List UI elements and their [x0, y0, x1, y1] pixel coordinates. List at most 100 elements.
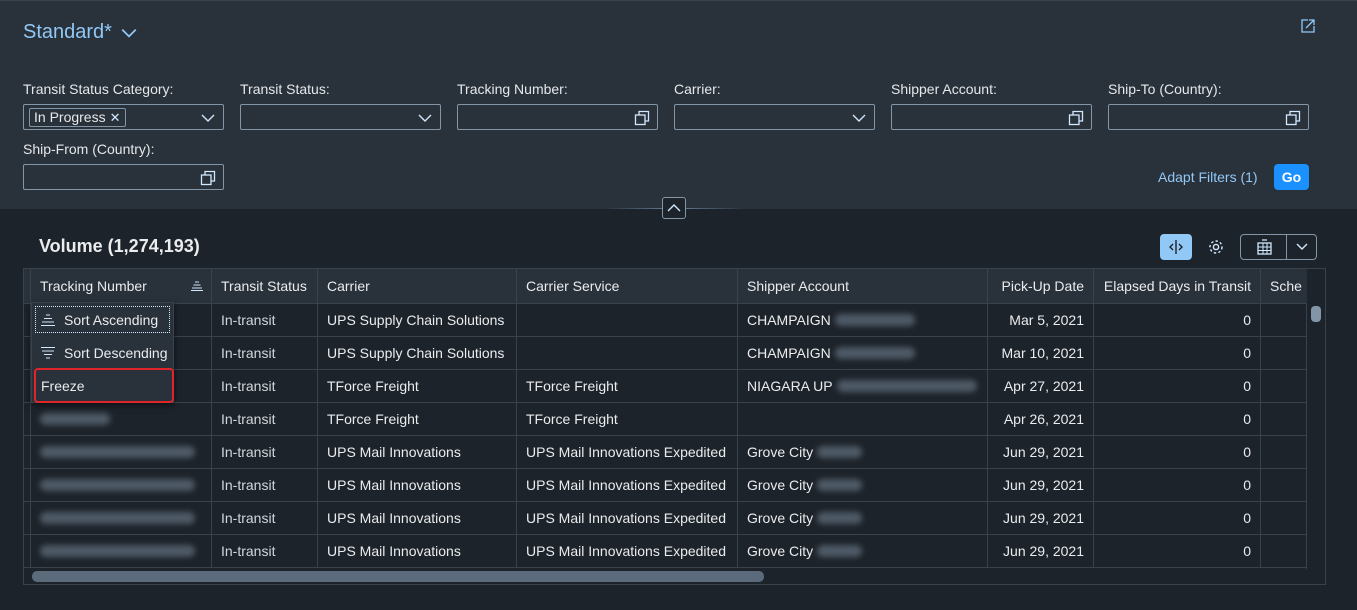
redacted-value [834, 347, 915, 359]
variant-selector[interactable]: Standard* [23, 21, 138, 44]
table-row[interactable]: In-transit TForce Freight TForce Freight NI… [24, 370, 1307, 403]
cell-transit-status: In-transit [212, 436, 318, 468]
cell-carrier: UPS Mail Innovations [318, 469, 517, 501]
cell-transit-status: In-transit [212, 304, 318, 336]
table-row[interactable]: In-transit UPS Mail Innovations UPS Mail I… [24, 436, 1307, 469]
chevron-down-icon[interactable] [417, 110, 433, 126]
tracking-number-input[interactable] [457, 104, 658, 130]
cell-carrier: TForce Freight [318, 403, 517, 435]
cell-tracking-number [30, 436, 212, 468]
cell-shipper-account-value: Grove City [747, 510, 814, 526]
cell-transit-status-value: In-transit [221, 378, 276, 394]
table-row[interactable]: In-transit UPS Mail Innovations UPS Mail I… [24, 502, 1307, 535]
cell-transit-status-value: In-transit [221, 345, 276, 361]
filter-label-shipper-account: Shipper Account: [891, 81, 997, 97]
column-header-transit-status[interactable]: Transit Status [212, 269, 318, 303]
column-header-elapsed-days[interactable]: Elapsed Days in Transit [1094, 269, 1261, 303]
ship-to-country-input[interactable] [1108, 104, 1309, 130]
token-remove-icon[interactable]: ✕ [110, 109, 121, 126]
cell-transit-status: In-transit [212, 337, 318, 369]
cell-transit-status-value: In-transit [221, 411, 276, 427]
collapse-divider-left [604, 208, 662, 209]
cell-shipper-account-value: CHAMPAIGN [747, 312, 831, 328]
redacted-value [817, 479, 863, 491]
column-header-carrier[interactable]: Carrier [318, 269, 517, 303]
cell-transit-status-value: In-transit [221, 312, 276, 328]
column-header-carrier-service[interactable]: Carrier Service [517, 269, 738, 303]
cell-shipper-account: NIAGARA UP [738, 370, 988, 402]
menu-item-freeze[interactable]: Freeze [34, 368, 174, 403]
cell-pick-up-date-value: Jun 29, 2021 [1003, 510, 1084, 526]
cell-transit-status: In-transit [212, 370, 318, 402]
export-button[interactable] [1241, 235, 1287, 259]
vertical-scroll-thumb[interactable] [1311, 306, 1321, 322]
export-menu-button[interactable] [1287, 243, 1316, 251]
token-in-progress[interactable]: In Progress ✕ [29, 108, 126, 127]
horizontal-scrollbar[interactable] [24, 568, 1306, 584]
shipper-account-input[interactable] [891, 104, 1092, 130]
cell-elapsed-days: 0 [1094, 535, 1261, 567]
cell-carrier-service [517, 304, 738, 336]
cell-carrier: UPS Mail Innovations [318, 502, 517, 534]
column-header-scheduled[interactable]: Sche [1261, 269, 1321, 303]
carrier-input[interactable] [674, 104, 875, 130]
table-row[interactable]: In-transit UPS Mail Innovations UPS Mail I… [24, 469, 1307, 502]
cell-transit-status-value: In-transit [221, 510, 276, 526]
cell-pick-up-date-value: Jun 29, 2021 [1003, 477, 1084, 493]
cell-carrier-value: TForce Freight [327, 378, 419, 394]
value-help-icon[interactable] [200, 170, 216, 186]
export-spreadsheet-icon [1256, 239, 1272, 255]
filter-bar: Standard* Transit Status Category: In Pr… [0, 0, 1357, 209]
horizontal-scroll-thumb[interactable] [32, 571, 764, 582]
column-header-pick-up-date[interactable]: Pick-Up Date [988, 269, 1094, 303]
cell-carrier-service-value: TForce Freight [526, 411, 618, 427]
ship-from-country-input[interactable] [23, 164, 224, 190]
transit-status-input[interactable] [240, 104, 441, 130]
vertical-scrollbar[interactable] [1306, 304, 1324, 569]
cell-shipper-account-value: NIAGARA UP [747, 378, 833, 394]
redacted-value [836, 380, 977, 392]
adapt-filters-button[interactable]: Adapt Filters (1) [1158, 169, 1258, 185]
table-row[interactable]: In-transit UPS Supply Chain Solutions CHAM… [24, 337, 1307, 370]
go-button[interactable]: Go [1274, 164, 1309, 190]
cell-carrier-service-value: UPS Mail Innovations Expedited [526, 444, 726, 460]
menu-item-sort-ascending[interactable]: Sort Ascending [32, 303, 173, 336]
cell-shipper-account-value: Grove City [747, 444, 814, 460]
redacted-value [40, 446, 195, 458]
value-help-icon[interactable] [1068, 110, 1084, 126]
value-help-icon[interactable] [1285, 110, 1301, 126]
cell-elapsed-days-value: 0 [1243, 312, 1251, 328]
cell-carrier-value: UPS Mail Innovations [327, 477, 461, 493]
cell-pick-up-date: Apr 27, 2021 [988, 370, 1094, 402]
cell-carrier-service-value: UPS Mail Innovations Expedited [526, 543, 726, 559]
cell-carrier-service: UPS Mail Innovations Expedited [517, 436, 738, 468]
cell-tracking-number [30, 502, 212, 534]
settings-button[interactable] [1203, 234, 1229, 260]
export-split-button[interactable] [1240, 234, 1317, 260]
menu-item-sort-descending[interactable]: Sort Descending [32, 336, 173, 369]
collapse-filterbar-button[interactable] [662, 197, 686, 219]
table-row[interactable]: In-transit UPS Supply Chain Solutions CHAM… [24, 304, 1307, 337]
table-row[interactable]: In-transit TForce Freight TForce Freight Ap… [24, 403, 1307, 436]
cell-shipper-account: Grove City [738, 535, 988, 567]
column-header-tracking-number[interactable]: Tracking Number [30, 269, 212, 303]
sort-descending-icon [41, 346, 55, 359]
column-resize-toggle-button[interactable] [1160, 234, 1192, 260]
chevron-down-icon[interactable] [851, 110, 867, 126]
column-header-shipper-account[interactable]: Shipper Account [738, 269, 988, 303]
chevron-down-icon[interactable] [200, 110, 216, 126]
cell-shipper-account: Grove City [738, 502, 988, 534]
cell-shipper-account-value: Grove City [747, 543, 814, 559]
cell-carrier: UPS Supply Chain Solutions [318, 304, 517, 336]
cell-carrier-value: UPS Supply Chain Solutions [327, 312, 505, 328]
redacted-value [817, 545, 863, 557]
filter-label-transit-status: Transit Status: [240, 81, 330, 97]
cell-carrier-value: UPS Mail Innovations [327, 444, 461, 460]
share-icon[interactable] [1299, 17, 1317, 35]
value-help-icon[interactable] [634, 110, 650, 126]
cell-carrier-service: TForce Freight [517, 403, 738, 435]
redacted-value [40, 512, 195, 524]
transit-status-category-input[interactable]: In Progress ✕ [23, 104, 224, 130]
table-row[interactable]: In-transit UPS Mail Innovations UPS Mail I… [24, 535, 1307, 568]
chevron-down-icon [1296, 243, 1307, 250]
